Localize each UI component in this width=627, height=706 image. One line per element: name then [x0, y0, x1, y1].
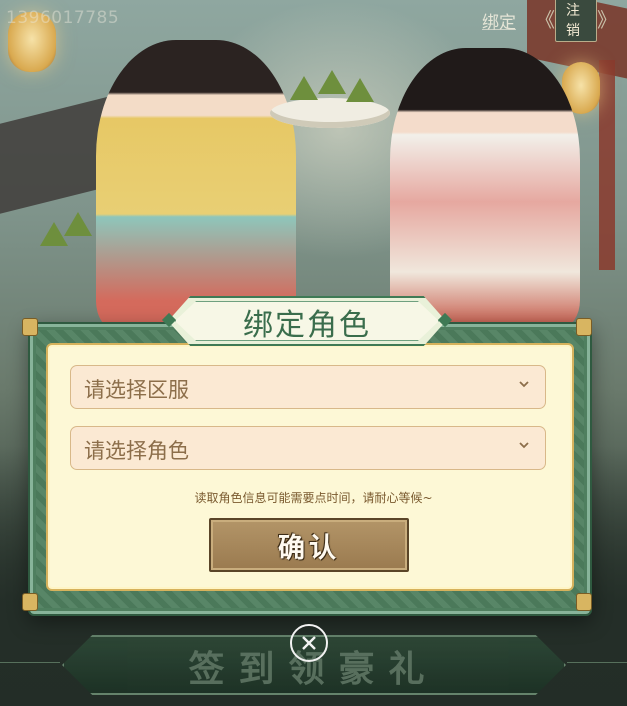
- zongzi-plate: [270, 98, 390, 128]
- frame-knob: [576, 593, 592, 611]
- confirm-button-label: 确认: [278, 532, 340, 564]
- zongzi: [346, 78, 374, 102]
- server-select[interactable]: 请选择区服: [70, 365, 546, 409]
- frame-knob: [22, 318, 38, 336]
- chevron-down-icon: [519, 381, 529, 388]
- close-icon: [302, 636, 316, 650]
- red-pillar: [599, 60, 615, 270]
- logout-button-label: 注销: [555, 0, 597, 42]
- server-select-placeholder: 请选择区服: [84, 378, 189, 402]
- zongzi: [318, 70, 346, 94]
- confirm-button[interactable]: 确认: [209, 518, 409, 572]
- bracket-right-icon: 》: [597, 8, 617, 32]
- role-select-placeholder: 请选择角色: [84, 439, 189, 463]
- zongzi: [290, 76, 318, 100]
- modal-title-plate: 绑定角色: [161, 296, 453, 346]
- zongzi: [64, 212, 92, 236]
- close-modal-button[interactable]: [290, 624, 328, 662]
- loading-hint: 读取角色信息可能需要点时间，请耐心等候~: [194, 491, 433, 505]
- frame-knob: [576, 318, 592, 336]
- character-left: [96, 40, 296, 330]
- logout-button[interactable]: 《 注销 》: [535, 0, 617, 42]
- modal-title: 绑定角色: [243, 308, 371, 343]
- bind-link[interactable]: 绑定: [482, 8, 516, 33]
- bracket-left-icon: 《: [535, 8, 555, 32]
- frame-knob: [22, 593, 38, 611]
- character-right: [390, 48, 580, 328]
- role-select[interactable]: 请选择角色: [70, 426, 546, 470]
- chevron-down-icon: [519, 442, 529, 449]
- phone-number: 1396017785: [6, 8, 120, 28]
